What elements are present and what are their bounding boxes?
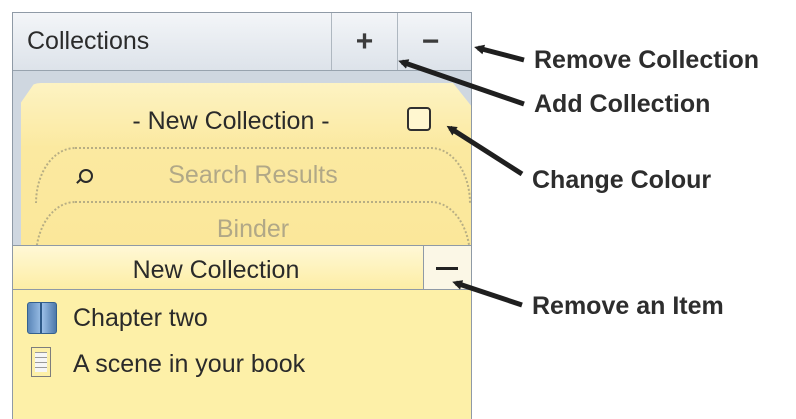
arrow-remove-item xyxy=(452,280,523,308)
arrow-add-collection xyxy=(398,59,525,107)
callout-remove-collection: Remove Collection xyxy=(534,46,760,74)
callout-change-colour: Change Colour xyxy=(532,166,712,194)
arrow-change-colour xyxy=(446,125,524,177)
callout-add-collection: Add Collection xyxy=(534,90,711,118)
arrow-remove-collection xyxy=(474,44,525,63)
callout-remove-item: Remove an Item xyxy=(532,292,724,320)
